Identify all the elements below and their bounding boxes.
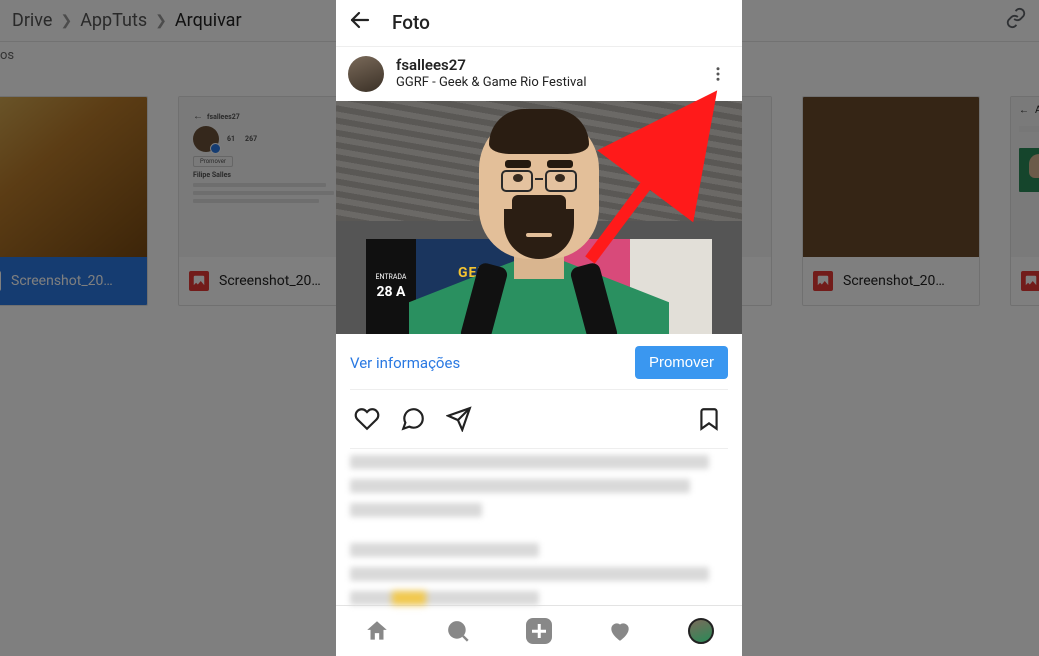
instagram-photo-modal: Foto fsallees27 GGRF - Geek & Game Rio F…: [336, 0, 742, 656]
back-arrow-icon[interactable]: [348, 8, 372, 38]
tab-profile[interactable]: [661, 606, 742, 656]
avatar[interactable]: [348, 56, 384, 92]
plus-icon: [526, 618, 552, 644]
promote-button[interactable]: Promover: [635, 346, 728, 379]
view-insights-link[interactable]: Ver informações: [350, 354, 460, 372]
tab-add[interactable]: [498, 606, 579, 656]
tab-home[interactable]: [336, 606, 417, 656]
location[interactable]: GGRF - Geek & Game Rio Festival: [396, 75, 586, 91]
post-photo[interactable]: ENTRADA28 A GEEGAMERIO FESTIVAL 2017 EXP…: [336, 101, 742, 334]
more-options-icon[interactable]: [706, 65, 730, 83]
blurred-text: [350, 543, 539, 557]
bottom-tabbar: [336, 605, 742, 656]
tab-search[interactable]: [417, 606, 498, 656]
post-actions: [336, 390, 742, 448]
avatar-icon: [688, 618, 714, 644]
post-header: fsallees27 GGRF - Geek & Game Rio Festiv…: [336, 47, 742, 101]
modal-title: Foto: [392, 11, 430, 34]
post-caption: [336, 449, 742, 605]
blurred-text: [350, 567, 709, 581]
modal-header: Foto: [336, 0, 742, 47]
blurred-text: [350, 503, 482, 517]
username[interactable]: fsallees27: [396, 56, 586, 75]
blurred-text: [350, 591, 539, 605]
comment-icon[interactable]: [392, 398, 434, 440]
blurred-text: [350, 479, 690, 493]
tab-activity[interactable]: [580, 606, 661, 656]
like-icon[interactable]: [346, 398, 388, 440]
bookmark-icon[interactable]: [688, 398, 730, 440]
share-icon[interactable]: [438, 398, 480, 440]
blurred-text: [350, 455, 709, 469]
insights-row: Ver informações Promover: [336, 334, 742, 389]
